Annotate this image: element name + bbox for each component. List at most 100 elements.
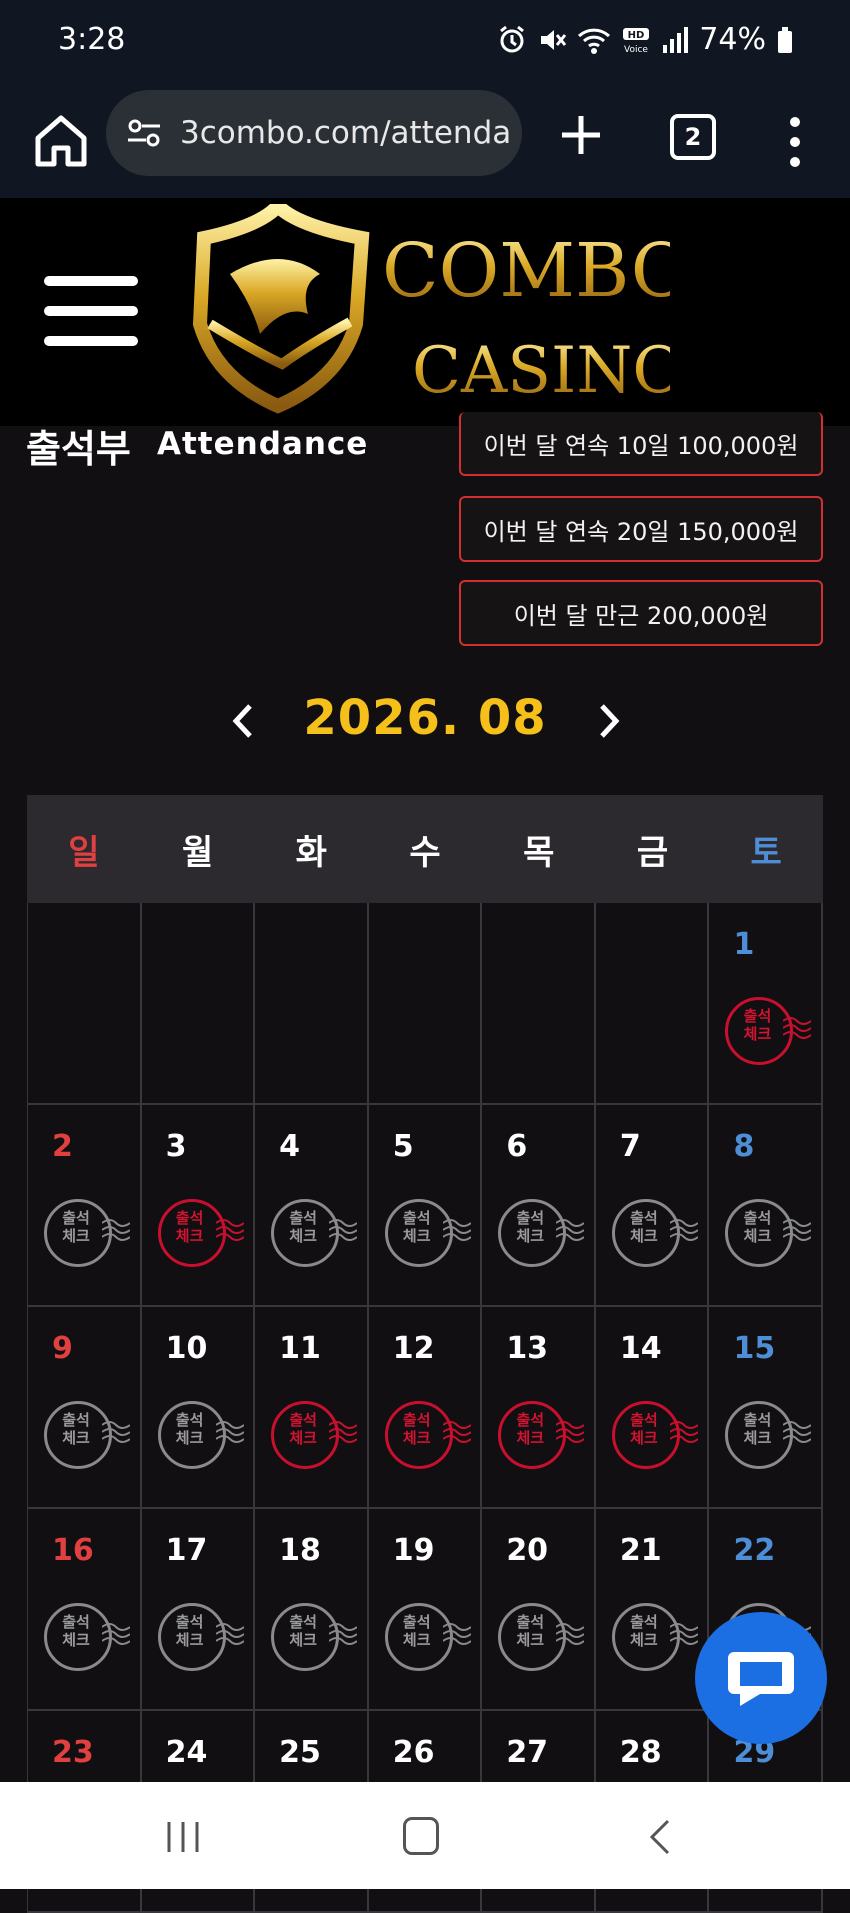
url-text[interactable]: 3combo.com/attendan xyxy=(180,115,510,151)
day-number: 15 xyxy=(733,1331,776,1366)
stamp-text: 출석체크 xyxy=(729,1411,785,1447)
browser-home-icon[interactable] xyxy=(30,110,92,172)
day-number: 1 xyxy=(733,927,755,962)
battery-percent: 74% xyxy=(699,22,766,57)
bonus-20-days: 이번 달 연속 20일 150,000원 xyxy=(459,496,823,562)
bonus-10-days: 이번 달 연속 10일 100,000원 xyxy=(459,412,823,476)
stamp-text-line2: 체크 xyxy=(62,1429,90,1447)
day-number: 8 xyxy=(733,1129,755,1164)
stamp-mark-icon xyxy=(215,1421,244,1443)
stamp-text-line2: 체크 xyxy=(516,1631,545,1649)
stamp-mark-icon xyxy=(783,1219,812,1241)
calendar-grid: 1 출석 체크 2 출석 체크 3 출석 체크 4 출석 체크 5 출석 체크 6 출석 체크 7 출석 체크 8 출석 체크… xyxy=(27,903,824,1913)
calendar-day[interactable]: 18 출석 체크 xyxy=(255,1509,369,1711)
chevron-left-icon[interactable] xyxy=(222,698,262,744)
day-number: 6 xyxy=(506,1129,528,1164)
day-number: 5 xyxy=(392,1129,414,1164)
stamp-mark-icon xyxy=(556,1623,585,1645)
address-bar[interactable]: 3combo.com/attendan xyxy=(106,90,522,176)
status-bar: 3:28 HD Voice 74% xyxy=(0,0,850,88)
attendance-stamp-icon: 출석체크 xyxy=(269,1195,359,1271)
stamp-text-line1: 출석 xyxy=(630,1411,658,1429)
calendar-day[interactable]: 16 출석 체크 xyxy=(28,1509,142,1711)
attendance-stamp-icon: 출석체크 xyxy=(496,1195,586,1271)
calendar-day[interactable]: 8 출석 체크 xyxy=(709,1105,824,1307)
stamp-text-line2: 체크 xyxy=(402,1429,431,1447)
calendar-day[interactable]: 15 출석 체크 xyxy=(709,1307,824,1509)
chevron-right-icon[interactable] xyxy=(590,698,630,744)
attendance-stamp-icon: 출석체크 xyxy=(383,1195,473,1271)
calendar-day[interactable]: 5 출석 체크 xyxy=(368,1105,483,1307)
day-number: 17 xyxy=(165,1533,208,1568)
stamp-mark-icon xyxy=(102,1219,130,1241)
stamp-mark-icon xyxy=(102,1623,130,1645)
calendar-day[interactable]: 10 출석 체크 xyxy=(141,1307,256,1509)
calendar-day[interactable]: 7 출석 체크 xyxy=(595,1105,710,1307)
day-number: 10 xyxy=(165,1331,208,1366)
tab-count: 2 xyxy=(684,123,702,151)
site-settings-icon[interactable] xyxy=(126,118,162,148)
stamp-text-line1: 출석 xyxy=(175,1613,204,1631)
calendar-day[interactable]: 19 출석 체크 xyxy=(368,1509,483,1711)
calendar-day[interactable]: 4 출석 체크 xyxy=(255,1105,369,1307)
live-chat-button[interactable] xyxy=(695,1612,827,1744)
attendance-stamp-checked-icon: 출석 체크 xyxy=(496,1397,586,1473)
stamp-text: 출석체크 xyxy=(275,1613,331,1649)
stamp-text-line2: 체크 xyxy=(402,1227,431,1245)
calendar-day[interactable]: 6 출석 체크 xyxy=(482,1105,596,1307)
combo-casino-logo[interactable]: COMBO CASINO xyxy=(190,204,670,414)
calendar-day[interactable]: 9 출석 체크 xyxy=(28,1307,142,1509)
attendance-stamp-icon: 출석체크 xyxy=(496,1599,586,1675)
calendar-empty-cell xyxy=(255,903,369,1105)
day-number: 25 xyxy=(279,1735,321,1770)
day-number: 13 xyxy=(506,1331,549,1366)
calendar-day[interactable]: 17 출석 체크 xyxy=(141,1509,256,1711)
stamp-mark-icon xyxy=(215,1623,244,1645)
recent-apps-icon[interactable] xyxy=(165,1820,201,1854)
stamp-text-line2: 체크 xyxy=(175,1429,204,1447)
stamp-text-line2: 체크 xyxy=(630,1227,658,1245)
stamp-text-line2: 체크 xyxy=(402,1631,431,1649)
calendar-day[interactable]: 14 출석 체크 xyxy=(595,1307,710,1509)
battery-icon xyxy=(778,26,792,53)
day-number: 22 xyxy=(733,1533,776,1568)
stamp-text: 출석체크 xyxy=(389,1613,445,1649)
stamp-text-line1: 출석 xyxy=(743,1209,772,1227)
calendar-day[interactable]: 21 출석 체크 xyxy=(595,1509,710,1711)
new-tab-icon[interactable] xyxy=(556,110,606,160)
stamp-mark-icon xyxy=(442,1421,471,1443)
stamp-text: 출석체크 xyxy=(48,1411,104,1447)
weekday-tue: 화 xyxy=(295,832,327,873)
stamp-text-line1: 출석 xyxy=(62,1411,90,1429)
calendar-day[interactable]: 20 출석 체크 xyxy=(482,1509,596,1711)
calendar-day[interactable]: 3 출석 체크 xyxy=(141,1105,256,1307)
home-icon[interactable] xyxy=(403,1817,439,1855)
weekday-sat: 토 xyxy=(750,832,782,873)
hd-voice-icon: HD Voice xyxy=(623,27,650,55)
calendar-day[interactable]: 11 출석 체크 xyxy=(255,1307,369,1509)
calendar-week: 1 출석 체크 xyxy=(28,903,824,1105)
calendar-day[interactable]: 13 출석 체크 xyxy=(482,1307,596,1509)
attendance-stamp-checked-icon: 출석 체크 xyxy=(383,1397,473,1473)
tab-switcher-button[interactable]: 2 xyxy=(670,114,716,160)
day-number: 11 xyxy=(279,1331,321,1366)
stamp-text-line1: 출석 xyxy=(516,1209,545,1227)
calendar-day[interactable]: 2 출석 체크 xyxy=(28,1105,142,1307)
month-label: 2026. 08 xyxy=(303,690,547,746)
calendar-day[interactable]: 1 출석 체크 xyxy=(709,903,824,1105)
attendance-stamp-icon: 출석체크 xyxy=(42,1195,132,1271)
more-options-icon[interactable] xyxy=(780,112,810,172)
stamp-mark-icon xyxy=(442,1623,471,1645)
weekday-fri: 금 xyxy=(636,832,669,873)
hamburger-menu-icon[interactable] xyxy=(44,276,138,346)
attendance-stamp-checked-icon: 출석 체크 xyxy=(723,993,813,1069)
stamp-text-line2: 체크 xyxy=(289,1429,317,1447)
stamp-mark-icon xyxy=(669,1421,698,1443)
attendance-calendar: 일 월 화 수 목 금 토 1 출석 체크 2 출석 체크 3 출석 체크 4 출석 체크 5 출석 체크 6… xyxy=(27,795,824,1913)
stamp-text-line2: 체크 xyxy=(743,1429,772,1447)
stamp-text-line2: 체크 xyxy=(289,1227,317,1245)
stamp-text-line2: 체크 xyxy=(516,1429,545,1447)
back-icon[interactable] xyxy=(648,1818,672,1856)
stamp-text: 출석체크 xyxy=(616,1209,672,1245)
calendar-day[interactable]: 12 출석 체크 xyxy=(368,1307,483,1509)
